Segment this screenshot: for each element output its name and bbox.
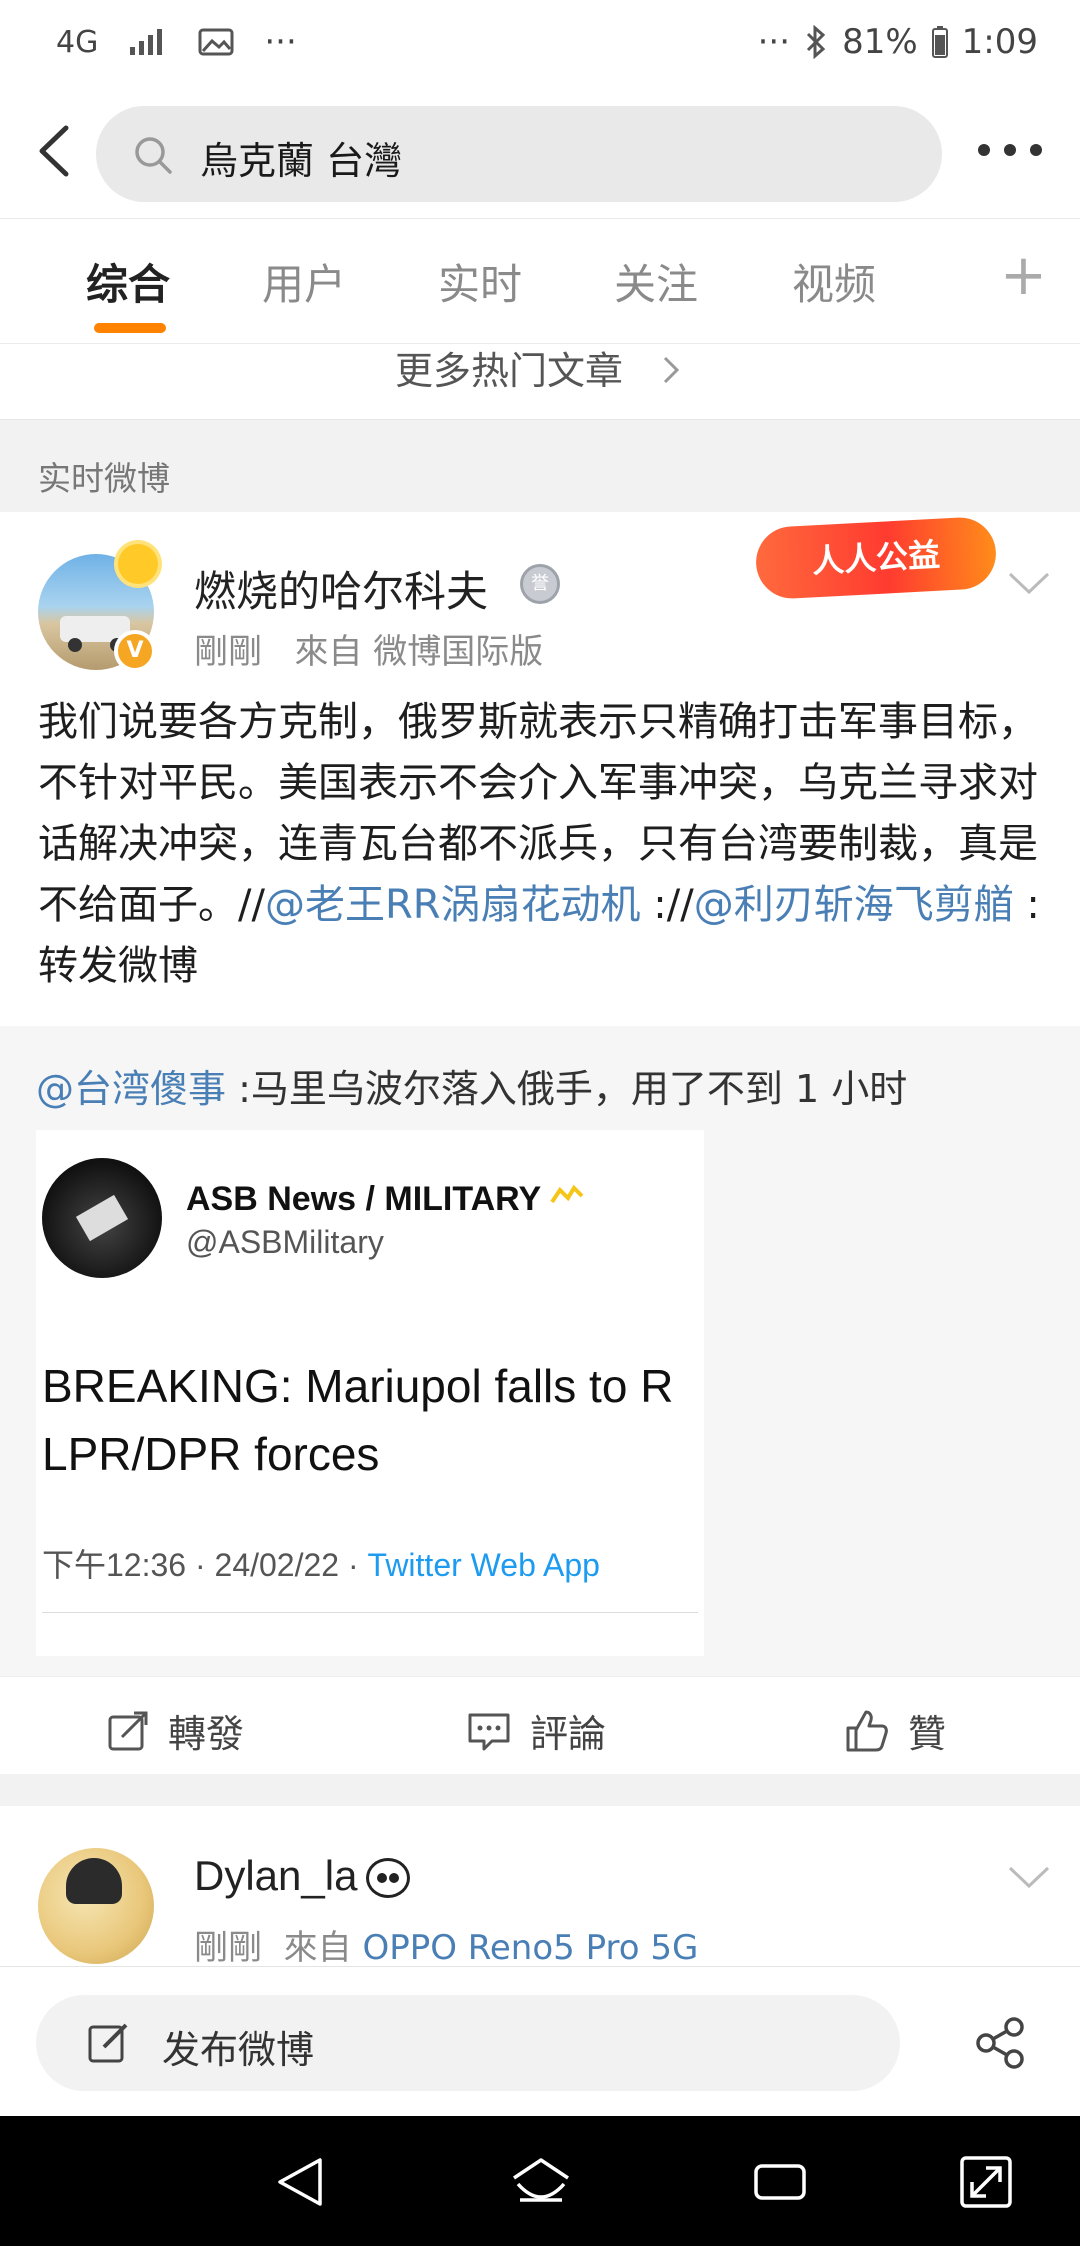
compose-post-button[interactable]: 发布微博: [36, 1995, 900, 2091]
search-query: 烏克蘭 台灣: [200, 139, 403, 183]
nav-recents-icon[interactable]: [752, 2154, 808, 2210]
post-meta: 剛剛 來自 微博国际版: [194, 624, 543, 673]
add-tab-icon[interactable]: +: [1000, 243, 1047, 308]
repost-icon: [108, 1711, 148, 1750]
comment-icon: [468, 1713, 510, 1750]
tweet-avatar: [42, 1158, 162, 1278]
charity-badge[interactable]: 人人公益: [754, 515, 998, 601]
thumbs-up-icon: [846, 1710, 888, 1751]
comment-label: 評論: [530, 1712, 607, 1756]
compose-bar: 发布微博: [0, 1966, 1080, 2116]
chevron-down-icon[interactable]: [1004, 1858, 1054, 1898]
nav-expand-icon[interactable]: [958, 2154, 1014, 2210]
share-icon[interactable]: [972, 2015, 1028, 2071]
battery-icon: [931, 26, 948, 58]
section-label: 实时微博: [38, 459, 170, 498]
nav-home-icon[interactable]: [510, 2154, 572, 2210]
divider: [42, 1612, 698, 1613]
search-tabs: 综合 用户 实时 关注 视频 +: [0, 218, 1080, 344]
like-label: 贊: [908, 1712, 947, 1756]
tab-comprehensive[interactable]: 综合: [86, 251, 170, 312]
network-indicator: 4G: [56, 24, 99, 60]
post-time: 剛剛: [194, 632, 262, 672]
tweet-author-name: ASB News / MILITARY: [186, 1180, 584, 1219]
username[interactable]: 燃烧的哈尔科夫: [194, 558, 488, 619]
avatar[interactable]: [38, 1848, 154, 1964]
chevron-down-icon[interactable]: [1004, 564, 1054, 604]
search-input[interactable]: 烏克蘭 台灣: [96, 106, 942, 202]
signal-icon: [130, 29, 163, 55]
system-nav-bar: [0, 2116, 1080, 2246]
bluetooth-icon: [807, 25, 826, 59]
post-meta: 剛剛 來自 OPPO Reno5 Pro 5G: [194, 1920, 698, 1969]
repost-text: @台湾傻事 :马里乌波尔落入俄手，用了不到 1 小时: [36, 1058, 907, 1113]
more-options-icon[interactable]: [970, 120, 1050, 180]
tweet-body: BREAKING: Mariupol falls to R LPR/DPR fo…: [42, 1360, 674, 1480]
sun-decoration-icon: [118, 544, 158, 584]
clock: 1:09: [961, 22, 1038, 62]
repost-label: 轉發: [168, 1712, 245, 1756]
embedded-tweet-image[interactable]: ASB News / MILITARY @ASBMilitary BREAKIN…: [36, 1130, 704, 1656]
reposted-content[interactable]: @台湾傻事 :马里乌波尔落入俄手，用了不到 1 小时 ASB News / MI…: [0, 1026, 1080, 1676]
post-text: 我们说要各方克制，俄罗斯就表示只精确打击军事目标，不针对平民。美国表示不会介入军…: [38, 692, 1046, 997]
tweet-app: Twitter Web App: [367, 1547, 600, 1583]
status-more-right: ···: [757, 22, 791, 62]
mention-link[interactable]: @利刃斩海飞剪艏: [694, 882, 1014, 928]
accent-mark-icon: [550, 1184, 584, 1204]
tab-users[interactable]: 用户: [262, 251, 346, 312]
nav-back-icon[interactable]: [272, 2154, 328, 2210]
verified-badge-icon: V: [114, 630, 156, 672]
more-articles-label: 更多热门文章: [394, 349, 623, 393]
back-arrow-icon[interactable]: [22, 116, 92, 186]
username[interactable]: Dylan_la: [194, 1852, 357, 1900]
post-device[interactable]: OPPO Reno5 Pro 5G: [362, 1928, 698, 1968]
medal-icon: 誉: [520, 564, 560, 604]
tweet-timestamp: 下午12:36 · 24/02/22 · Twitter Web App: [42, 1547, 600, 1583]
comment-button[interactable]: 評論: [466, 1703, 606, 1758]
status-bar: 4G ··· ··· 81% 1:09: [0, 0, 1080, 90]
more-articles-link[interactable]: 更多热门文章: [0, 344, 1080, 420]
compose-label: 发布微博: [162, 2028, 315, 2072]
status-more-left: ···: [264, 22, 297, 62]
post-card[interactable]: V 燃烧的哈尔科夫 誉 剛剛 來自 微博国际版 人人公益 我们说要各方克制，俄罗…: [0, 512, 1080, 1774]
tab-video[interactable]: 视频: [792, 251, 876, 312]
mention-link[interactable]: @老王RR涡扇花动机: [265, 882, 641, 928]
image-icon: [198, 28, 234, 56]
search-header: 烏克蘭 台灣: [0, 90, 1080, 218]
tab-realtime[interactable]: 实时: [438, 251, 522, 312]
battery-percent: 81%: [842, 22, 918, 62]
panda-icon: [366, 1858, 410, 1898]
post-source: 來自 微博国际版: [294, 632, 544, 672]
search-icon: [135, 137, 172, 174]
post-time: 剛剛: [194, 1928, 262, 1968]
post-source-prefix: 來自: [283, 1928, 363, 1968]
active-tab-indicator: [94, 323, 166, 333]
repost-button[interactable]: 轉發: [106, 1703, 244, 1758]
chevron-right-icon: [663, 356, 680, 384]
tab-following[interactable]: 关注: [614, 251, 698, 312]
post-actions: 轉發 評論 贊: [0, 1676, 1080, 1774]
post-text-sep: ://: [640, 882, 694, 928]
like-button[interactable]: 贊: [844, 1703, 946, 1758]
post-card[interactable]: Dylan_la 剛剛 來自 OPPO Reno5 Pro 5G: [0, 1806, 1080, 1969]
edit-icon: [88, 2023, 128, 2063]
tweet-handle: @ASBMilitary: [186, 1224, 384, 1260]
mention-link[interactable]: @台湾傻事: [36, 1067, 226, 1111]
repost-body: :马里乌波尔落入俄手，用了不到 1 小时: [226, 1067, 908, 1111]
